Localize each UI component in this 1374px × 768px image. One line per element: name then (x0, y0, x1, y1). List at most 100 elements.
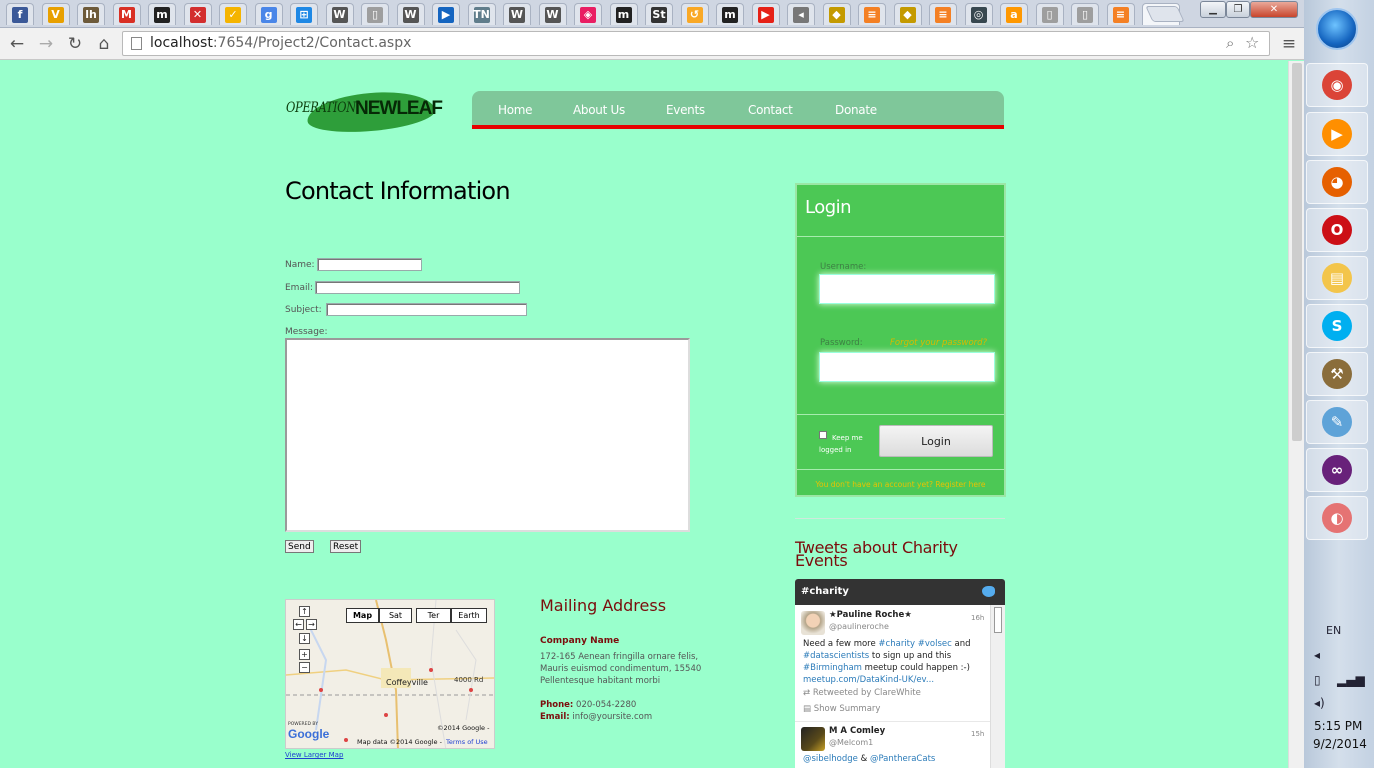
site-logo[interactable]: OPERATION NEWLEAF (285, 87, 445, 137)
scrollbar-thumb[interactable] (1292, 63, 1302, 441)
browser-tab[interactable]: ◆ (893, 3, 922, 25)
start-button[interactable] (1316, 8, 1358, 50)
tweet-time[interactable]: 15h (971, 730, 984, 738)
browser-tab[interactable]: ◈ (574, 3, 602, 25)
terms-of-use-link[interactable]: Terms of Use (446, 738, 488, 746)
login-button[interactable]: Login (879, 425, 993, 457)
browser-tab[interactable]: ⊞ (290, 3, 318, 25)
browser-tab[interactable]: f (6, 3, 34, 25)
device-icon[interactable]: ▯ (1314, 673, 1321, 687)
taskbar-app[interactable]: ▶ (1306, 112, 1368, 156)
browser-tab[interactable]: a (1000, 3, 1028, 25)
browser-tab[interactable]: ▶ (751, 3, 780, 25)
browser-tab[interactable]: V (41, 3, 70, 25)
tweet-author-name[interactable]: M A Comley (829, 726, 885, 736)
taskbar-app[interactable]: ✎ (1306, 400, 1368, 444)
browser-tab[interactable]: W (503, 3, 531, 25)
address-bar[interactable]: localhost:7654/Project2/Contact.aspx ⌕ ☆ (122, 31, 1270, 56)
browser-tab[interactable]: ◆ (822, 3, 851, 25)
browser-tab[interactable]: ▯ (361, 3, 389, 25)
browser-tab[interactable]: m (609, 3, 638, 25)
browser-tab[interactable]: ✕ (183, 3, 212, 25)
reload-icon[interactable]: ↻ (64, 33, 86, 55)
message-textarea[interactable] (285, 338, 690, 532)
nav-events[interactable]: Events (666, 103, 705, 117)
subject-field[interactable] (326, 303, 527, 316)
maximize-button[interactable]: ❐ (1226, 1, 1250, 18)
twitter-widget[interactable]: #charity ★Pauline Roche★ @paulineroche 1… (795, 579, 1005, 768)
page-scrollbar[interactable] (1288, 61, 1304, 768)
browser-tab[interactable]: W (325, 3, 354, 25)
forward-arrow-icon[interactable]: → (35, 33, 57, 55)
clock-time[interactable]: 5:15 PM (1314, 719, 1362, 733)
taskbar-app[interactable]: S (1306, 304, 1368, 348)
browser-tab[interactable]: g (254, 3, 283, 25)
browser-tab[interactable]: ≡ (1106, 3, 1135, 25)
chevron-left-icon[interactable]: ◂ (1314, 648, 1320, 662)
signal-icon[interactable]: ▂▄▆ (1337, 673, 1365, 687)
tweet-author-handle[interactable]: @Melcom1 (829, 738, 873, 747)
avatar[interactable] (801, 727, 825, 751)
nav-about-us[interactable]: About Us (573, 103, 625, 117)
password-input[interactable] (819, 352, 995, 382)
map-type-earth[interactable]: Earth (451, 608, 487, 623)
forgot-password-link[interactable]: Forgot your password? (890, 338, 987, 348)
url-text[interactable]: localhost:7654/Project2/Contact.aspx (150, 35, 411, 51)
taskbar-app[interactable]: ◐ (1306, 496, 1368, 540)
back-arrow-icon[interactable]: ← (6, 33, 28, 55)
tweet-link[interactable]: meetup.com/DataKind-UK/ev... (803, 675, 934, 685)
map-type-map[interactable]: Map (346, 608, 379, 623)
tweet-author-handle[interactable]: @paulineroche (829, 622, 889, 631)
google-logo[interactable]: Google (288, 727, 329, 741)
browser-tab[interactable]: ≡ (858, 3, 886, 25)
browser-tab[interactable]: lh (77, 3, 105, 25)
browser-tab[interactable]: TN (467, 3, 496, 25)
nav-donate[interactable]: Donate (835, 103, 877, 117)
volume-icon[interactable]: ◂) (1314, 696, 1325, 710)
taskbar-app[interactable]: ◉ (1306, 63, 1368, 107)
twitter-bird-icon[interactable] (982, 586, 995, 597)
nav-home[interactable]: Home (498, 103, 533, 117)
email-field[interactable] (315, 281, 520, 294)
name-field[interactable] (317, 258, 422, 271)
pan-left-icon[interactable]: ← (293, 619, 304, 630)
taskbar-app[interactable]: O (1306, 208, 1368, 252)
zoom-in-icon[interactable]: + (299, 649, 310, 660)
new-tab-button[interactable] (1145, 6, 1185, 22)
reset-button[interactable]: Reset (330, 540, 362, 553)
browser-tab[interactable]: W (538, 3, 567, 25)
browser-tab[interactable]: M (112, 3, 141, 25)
browser-tab[interactable]: ↺ (680, 3, 709, 25)
browser-tab[interactable]: m (148, 3, 176, 25)
map-type-ter[interactable]: Ter (416, 608, 451, 623)
browser-tab[interactable]: ◎ (964, 3, 993, 25)
browser-tab[interactable]: W (396, 3, 425, 25)
nav-contact[interactable]: Contact (748, 103, 793, 117)
tweets-scrollbar[interactable] (990, 605, 1005, 768)
clock-date[interactable]: 9/2/2014 (1313, 737, 1367, 751)
map-type-sat[interactable]: Sat (379, 608, 412, 623)
browser-tab[interactable]: ▯ (1071, 3, 1099, 25)
taskbar-app[interactable]: ▤ (1306, 256, 1368, 300)
close-window-button[interactable]: ✕ (1250, 1, 1298, 18)
keep-logged-in-checkbox[interactable] (819, 431, 827, 439)
home-icon[interactable]: ⌂ (93, 33, 115, 55)
send-button[interactable]: Send (285, 540, 314, 553)
google-map[interactable]: ↑ ← → ↓ + − Map Sat Ter Earth Coffeyvill… (285, 599, 495, 749)
minimize-button[interactable]: ▁ (1200, 1, 1226, 18)
taskbar-app[interactable]: ∞ (1306, 448, 1368, 492)
register-link[interactable]: You don't have an account yet? Register … (797, 480, 1004, 489)
language-indicator[interactable]: EN (1326, 624, 1341, 637)
pan-down-icon[interactable]: ↓ (299, 633, 310, 644)
tweet-time[interactable]: 16h (971, 614, 984, 622)
browser-tab[interactable]: ✓ (219, 3, 247, 25)
browser-tab[interactable]: ≡ (929, 3, 957, 25)
zoom-out-icon[interactable]: − (299, 662, 310, 673)
pan-right-icon[interactable]: → (306, 619, 317, 630)
tweet-author-name[interactable]: ★Pauline Roche★ (829, 610, 912, 620)
retweeted-by[interactable]: ⇄ Retweeted by ClareWhite (803, 688, 921, 698)
search-icon[interactable]: ⌕ (1226, 34, 1234, 52)
username-input[interactable] (819, 274, 995, 304)
browser-tab[interactable]: ▯ (1035, 3, 1064, 25)
show-summary-link[interactable]: ▤ Show Summary (803, 704, 880, 714)
